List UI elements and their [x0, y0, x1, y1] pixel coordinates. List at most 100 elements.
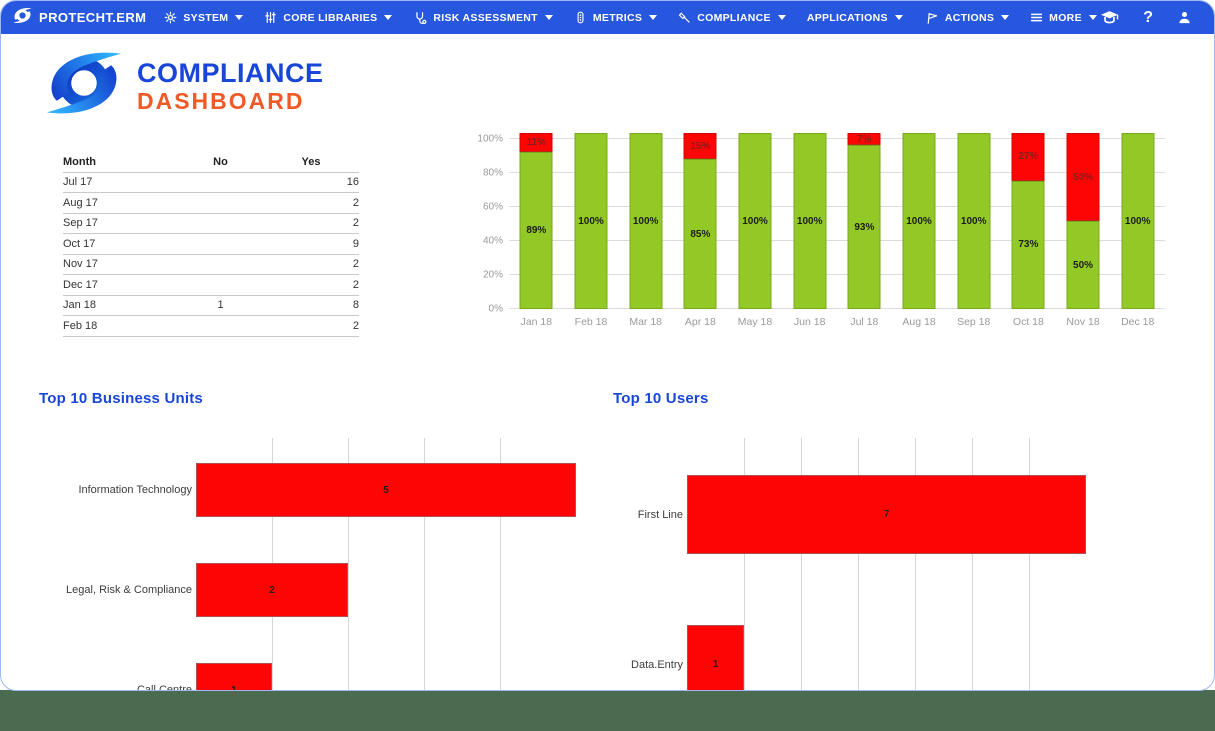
- bar-segment-no[interactable]: 11%: [520, 133, 553, 152]
- page-title: COMPLIANCE: [137, 58, 324, 88]
- h-bar[interactable]: 7: [687, 475, 1086, 554]
- menu-actions-label: ACTIONS: [945, 12, 994, 24]
- bar-segment-yes[interactable]: 89%: [520, 152, 553, 309]
- x-tick-label: Nov 18: [1056, 316, 1111, 328]
- stacked-bar-chart-plot: 11%89%Jan 18100%Feb 18100%Mar 1815%85%Ap…: [509, 133, 1165, 309]
- stacked-bar[interactable]: 100%: [793, 133, 826, 309]
- bar-segment-yes[interactable]: 100%: [957, 133, 990, 309]
- h-bar[interactable]: 1: [196, 663, 272, 691]
- hamburger-icon: [1030, 11, 1043, 24]
- stacked-bar[interactable]: 50%50%: [1067, 133, 1100, 309]
- segment-value-label: 100%: [742, 216, 768, 227]
- help-icon[interactable]: ?: [1143, 10, 1153, 26]
- chevron-down-icon: [649, 15, 657, 20]
- graduation-cap-icon[interactable]: [1100, 10, 1119, 25]
- main-menu: SYSTEM CORE LIBRARIES: [164, 11, 1097, 25]
- stethoscope-icon: [413, 11, 427, 25]
- chevron-down-icon: [384, 15, 392, 20]
- stacked-bar-slot: 100%Aug 18: [892, 133, 947, 309]
- cell-month: Oct 17: [63, 238, 178, 250]
- stacked-bar-slot: 50%50%Nov 18: [1056, 133, 1111, 309]
- table-row: Nov 172: [63, 255, 359, 276]
- stacked-bar[interactable]: 100%: [629, 133, 662, 309]
- dashboard-header: COMPLIANCE DASHBOARD: [45, 49, 324, 122]
- y-tick-label: 40%: [483, 236, 503, 247]
- chevron-down-icon: [545, 15, 553, 20]
- y-tick-label: 100%: [477, 134, 503, 145]
- segment-value-label: 11%: [527, 137, 546, 148]
- cell-yes: 9: [263, 238, 359, 250]
- stacked-chart-y-axis: 0%20%40%60%80%100%: [459, 133, 503, 309]
- stacked-bar[interactable]: 100%: [903, 133, 936, 309]
- bar-segment-no[interactable]: 27%: [1012, 133, 1045, 181]
- x-tick-label: Dec 18: [1110, 316, 1165, 328]
- stacked-bar[interactable]: 11%89%: [520, 133, 553, 309]
- table-header-row: Month No Yes: [63, 152, 359, 173]
- stacked-bar[interactable]: 100%: [575, 133, 608, 309]
- protecht-brand[interactable]: PROTECHT.ERM: [13, 7, 146, 29]
- bar-segment-yes[interactable]: 100%: [793, 133, 826, 309]
- stacked-bar-slot: 100%Dec 18: [1110, 133, 1165, 309]
- menu-more[interactable]: MORE: [1030, 11, 1097, 24]
- bar-segment-no[interactable]: 15%: [684, 133, 717, 159]
- stacked-bar[interactable]: 27%73%: [1012, 133, 1045, 309]
- bar-segment-yes[interactable]: 85%: [684, 159, 717, 309]
- bar-segment-yes[interactable]: 93%: [848, 145, 881, 309]
- cell-yes: 8: [263, 299, 359, 311]
- bar-segment-yes[interactable]: 100%: [1121, 133, 1154, 309]
- table-row: Oct 17 9: [63, 234, 359, 255]
- stacked-bar[interactable]: 100%: [1121, 133, 1154, 309]
- bar-segment-yes[interactable]: 100%: [629, 133, 662, 309]
- category-label: Data.Entry: [1, 659, 683, 671]
- menu-compliance[interactable]: COMPLIANCE: [678, 11, 786, 24]
- h-bar[interactable]: 2: [196, 563, 348, 617]
- segment-value-label: 100%: [797, 216, 823, 227]
- table-row: Aug 172: [63, 193, 359, 214]
- stacked-bar-slot: 7%93%Jul 18: [837, 133, 892, 309]
- stacked-bar-slot: 100%Jun 18: [782, 133, 837, 309]
- menu-core-libraries[interactable]: CORE LIBRARIES: [264, 11, 392, 24]
- bar-segment-no[interactable]: 50%: [1067, 133, 1100, 221]
- menu-more-label: MORE: [1049, 12, 1082, 24]
- stacked-bar-slot: 100%Sep 18: [946, 133, 1001, 309]
- menu-system[interactable]: SYSTEM: [164, 11, 243, 24]
- menu-actions[interactable]: ACTIONS: [924, 11, 1009, 25]
- protecht-logo-icon: [13, 7, 32, 29]
- x-tick-label: May 18: [728, 316, 783, 328]
- x-tick-label: Aug 18: [892, 316, 947, 328]
- cell-yes: 2: [263, 279, 359, 291]
- bar-segment-yes[interactable]: 100%: [739, 133, 772, 309]
- stacked-bar[interactable]: 7%93%: [848, 133, 881, 309]
- bar-segment-no[interactable]: 7%: [848, 133, 881, 145]
- table-row: Jan 1818: [63, 296, 359, 317]
- menu-applications[interactable]: APPLICATIONS: [807, 12, 903, 24]
- user-icon[interactable]: [1177, 10, 1192, 25]
- category-label: Information Technology: [1, 484, 192, 496]
- stacked-bar[interactable]: 100%: [957, 133, 990, 309]
- y-tick-label: 20%: [483, 270, 503, 281]
- h-bar[interactable]: 5: [196, 463, 576, 517]
- stacked-bar-slot: 27%73%Oct 18: [1001, 133, 1056, 309]
- stacked-bar[interactable]: 100%: [739, 133, 772, 309]
- column-header-yes: Yes: [263, 156, 359, 168]
- bar-segment-yes[interactable]: 100%: [903, 133, 936, 309]
- chevron-down-icon: [895, 15, 903, 20]
- y-tick-label: 60%: [483, 202, 503, 213]
- h-bar[interactable]: 1: [687, 625, 744, 691]
- menu-metrics[interactable]: METRICS: [574, 11, 657, 24]
- stacked-bar[interactable]: 15%85%: [684, 133, 717, 309]
- x-tick-label: Jan 18: [509, 316, 564, 328]
- brand-name: PROTECHT.ERM: [39, 10, 146, 25]
- bar-segment-yes[interactable]: 100%: [575, 133, 608, 309]
- cell-month: Aug 17: [63, 197, 178, 209]
- menu-core-libraries-label: CORE LIBRARIES: [283, 12, 377, 24]
- segment-value-label: 100%: [1125, 216, 1151, 227]
- monthly-summary-table: Month No Yes Jul 1716Aug 172Sep 172Oct 1…: [63, 152, 359, 337]
- bar-value-label: 5: [383, 485, 389, 496]
- menu-risk-assessment[interactable]: RISK ASSESSMENT: [413, 11, 552, 25]
- stacked-bar-slot: 100%May 18: [728, 133, 783, 309]
- page-subtitle: DASHBOARD: [137, 88, 324, 114]
- bar-segment-yes[interactable]: 73%: [1012, 181, 1045, 309]
- cell-yes: 2: [263, 217, 359, 229]
- bar-segment-yes[interactable]: 50%: [1067, 221, 1100, 309]
